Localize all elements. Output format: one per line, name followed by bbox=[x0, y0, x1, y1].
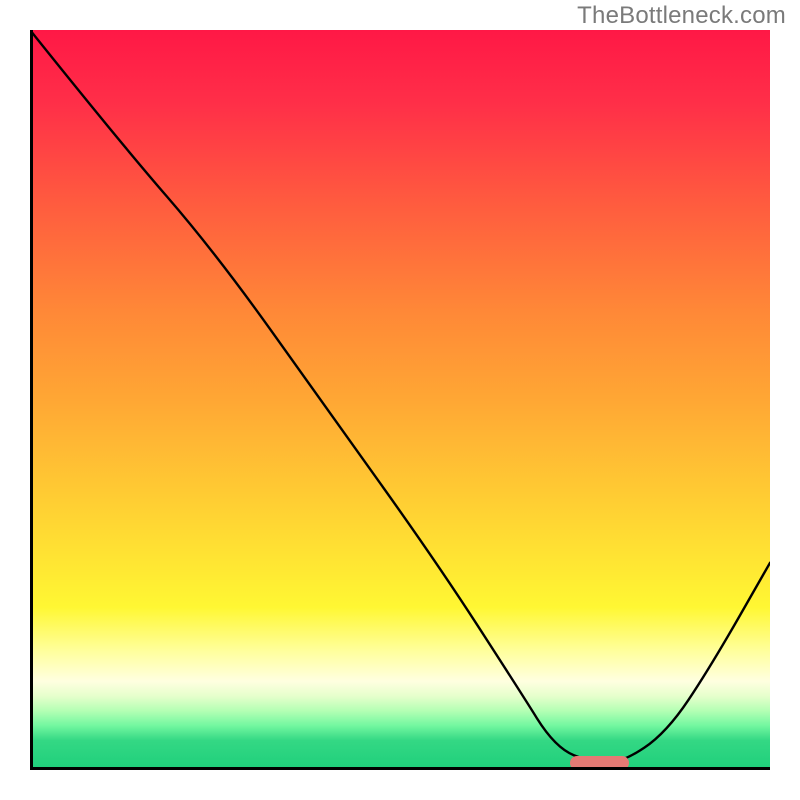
watermark-text: TheBottleneck.com bbox=[577, 2, 786, 30]
axes bbox=[30, 30, 770, 770]
plot-area bbox=[30, 30, 770, 770]
chart-container: TheBottleneck.com bbox=[0, 0, 800, 800]
